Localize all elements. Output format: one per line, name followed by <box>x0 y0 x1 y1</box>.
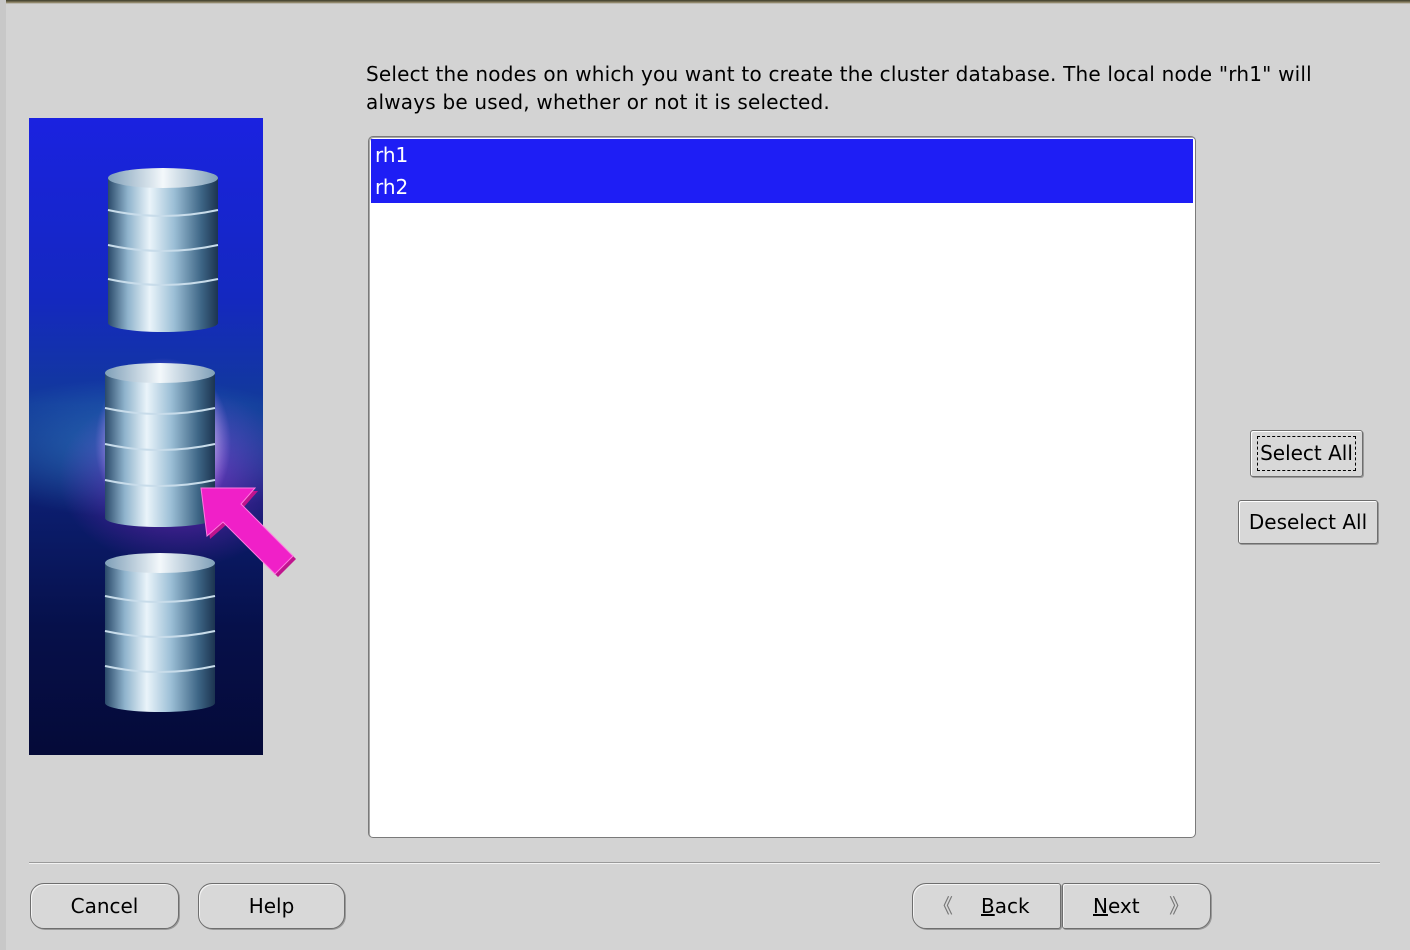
database-stack-icon <box>95 168 296 712</box>
back-button[interactable]: 《 Back <box>912 883 1061 929</box>
node-list-item[interactable]: rh1 <box>371 139 1193 171</box>
back-mnemonic: B <box>981 894 995 918</box>
next-button[interactable]: Next 》 <box>1062 883 1211 929</box>
double-chevron-right-icon: 》 <box>1169 894 1189 918</box>
deselect-all-button[interactable]: Deselect All <box>1238 500 1378 544</box>
node-list-item[interactable]: rh2 <box>371 171 1193 203</box>
instruction-text: Select the nodes on which you want to cr… <box>366 60 1376 116</box>
window-top-border <box>0 0 1410 4</box>
help-label: Help <box>248 894 295 918</box>
instruction-line-2: always be used, whether or not it is sel… <box>366 90 830 114</box>
back-label-rest: ack <box>994 894 1030 918</box>
node-list[interactable]: rh1 rh2 <box>368 136 1196 838</box>
next-mnemonic: N <box>1093 894 1108 918</box>
double-chevron-left-icon: 《 <box>933 894 953 918</box>
cancel-label: Cancel <box>70 894 139 918</box>
database-cylinder-bottom-icon <box>104 553 216 712</box>
back-label: Back <box>981 884 1030 928</box>
cluster-database-illustration <box>29 118 296 755</box>
database-cylinder-top-icon <box>107 168 219 332</box>
pointer-arrow-icon <box>200 487 296 577</box>
instruction-line-1: Select the nodes on which you want to cr… <box>366 62 1312 86</box>
cancel-button[interactable]: Cancel <box>30 883 179 929</box>
focus-ring <box>1257 436 1356 471</box>
help-button[interactable]: Help <box>198 883 345 929</box>
next-label: Next <box>1093 884 1140 928</box>
next-label-rest: ext <box>1107 894 1140 918</box>
window-left-edge <box>0 0 6 950</box>
deselect-all-label: Deselect All <box>1248 510 1368 534</box>
footer-separator <box>29 862 1380 864</box>
select-all-button[interactable]: Select All <box>1250 430 1363 477</box>
